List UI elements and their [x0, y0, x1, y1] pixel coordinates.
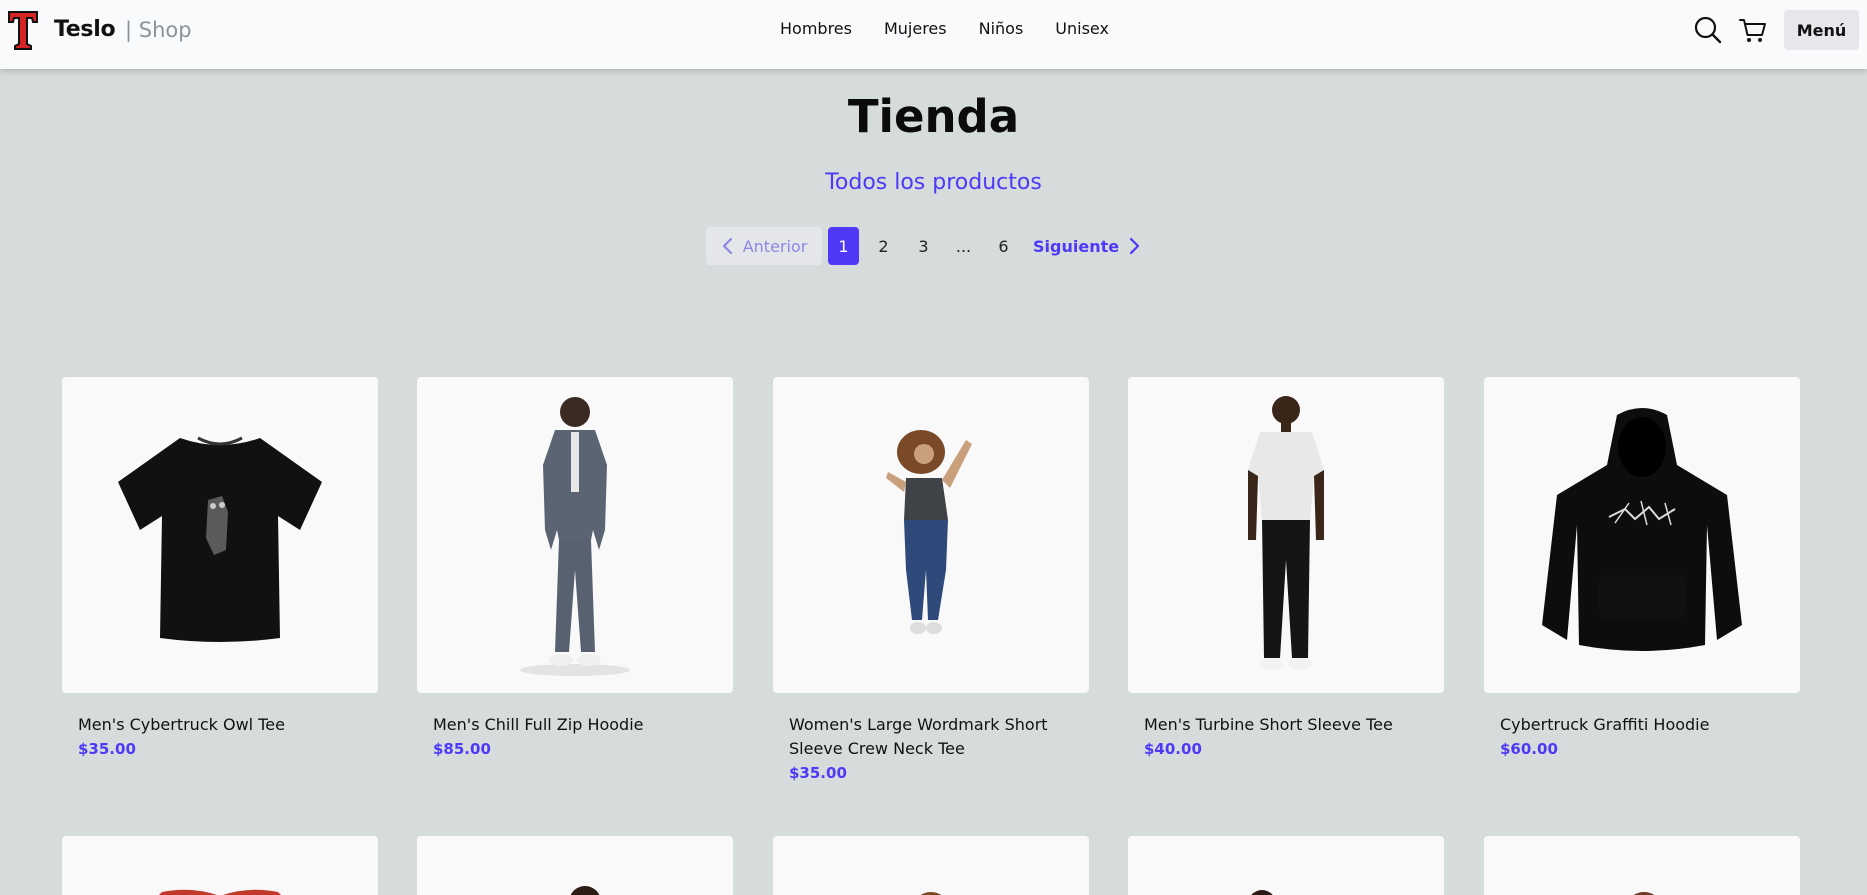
product-card-partial[interactable]	[1128, 836, 1444, 895]
menu-button[interactable]: Menú	[1784, 10, 1859, 50]
teslo-t-logo-icon[interactable]	[7, 9, 39, 51]
product-card[interactable]: Men's Turbine Short Sleeve Tee $40.00	[1128, 377, 1444, 761]
product-image-black-tshirt[interactable]	[62, 377, 378, 693]
product-title[interactable]: Men's Cybertruck Owl Tee	[78, 713, 362, 737]
page-3-button[interactable]: 3	[908, 227, 939, 265]
woman-jumping-image	[886, 430, 972, 634]
chevron-right-icon	[1129, 237, 1140, 255]
product-card-partial[interactable]	[417, 836, 733, 895]
previous-page-button[interactable]: Anterior	[706, 227, 822, 265]
page-ellipsis: ...	[955, 236, 972, 256]
product-price: $35.00	[78, 740, 136, 758]
black-tshirt-image	[118, 436, 322, 642]
next-label: Siguiente	[1033, 236, 1120, 256]
product-card-partial[interactable]	[773, 836, 1089, 895]
cart-icon[interactable]	[1738, 15, 1768, 45]
nav-ninos[interactable]: Niños	[979, 19, 1024, 38]
search-icon[interactable]	[1693, 15, 1723, 45]
product-price: $35.00	[789, 764, 847, 782]
product-title[interactable]: Women's Large Wordmark Short Sleeve Crew…	[789, 713, 1073, 761]
page-subtitle: Todos los productos	[825, 170, 1042, 195]
nav-mujeres[interactable]: Mujeres	[884, 19, 947, 38]
man-white-tee-image	[1248, 396, 1324, 670]
product-card-partial[interactable]	[62, 836, 378, 895]
product-card[interactable]: Men's Chill Full Zip Hoodie $85.00	[417, 377, 733, 761]
woman-partial-image	[1633, 892, 1655, 895]
pagination: Anterior 1 2 3 ... 6 Siguiente	[706, 227, 1141, 265]
product-card[interactable]: Men's Cybertruck Owl Tee $35.00	[62, 377, 378, 761]
next-page-button[interactable]: Siguiente	[1033, 237, 1141, 256]
previous-label: Anterior	[742, 236, 808, 256]
woman-partial-image	[920, 892, 942, 895]
page-1-button[interactable]: 1	[828, 227, 859, 265]
brand-suffix[interactable]: | Shop	[125, 18, 192, 42]
product-title[interactable]: Cybertruck Graffiti Hoodie	[1500, 713, 1784, 737]
nav-hombres[interactable]: Hombres	[780, 19, 852, 38]
nav-unisex[interactable]: Unisex	[1055, 19, 1109, 38]
page-2-button[interactable]: 2	[868, 227, 899, 265]
man-partial-image	[1251, 890, 1273, 895]
product-price: $85.00	[433, 740, 491, 758]
product-image-black-hoodie[interactable]	[1484, 377, 1800, 693]
page-6-button[interactable]: 6	[988, 227, 1019, 265]
chevron-left-icon	[722, 237, 732, 255]
product-card[interactable]: Women's Large Wordmark Short Sleeve Crew…	[773, 377, 1089, 785]
red-tshirt-image	[159, 889, 281, 895]
brand-name[interactable]: Teslo	[54, 17, 116, 42]
product-image-woman-jumping[interactable]	[773, 377, 1089, 693]
black-hoodie-image	[1542, 408, 1742, 651]
product-title[interactable]: Men's Turbine Short Sleeve Tee	[1144, 713, 1428, 737]
navbar: Teslo | Shop Hombres Mujeres Niños Unise…	[0, 0, 1867, 69]
product-card-partial[interactable]	[1484, 836, 1800, 895]
main-nav: Hombres Mujeres Niños Unisex	[780, 19, 1141, 38]
product-price: $60.00	[1500, 740, 1558, 758]
man-gray-hoodie-image	[520, 397, 630, 676]
product-price: $40.00	[1144, 740, 1202, 758]
man-partial-image	[570, 886, 600, 895]
product-title[interactable]: Men's Chill Full Zip Hoodie	[433, 713, 717, 737]
product-image-man-white-tee[interactable]	[1128, 377, 1444, 693]
product-card[interactable]: Cybertruck Graffiti Hoodie $60.00	[1484, 377, 1800, 761]
product-image-man-gray-hoodie[interactable]	[417, 377, 733, 693]
page-title: Tienda	[847, 90, 1020, 143]
